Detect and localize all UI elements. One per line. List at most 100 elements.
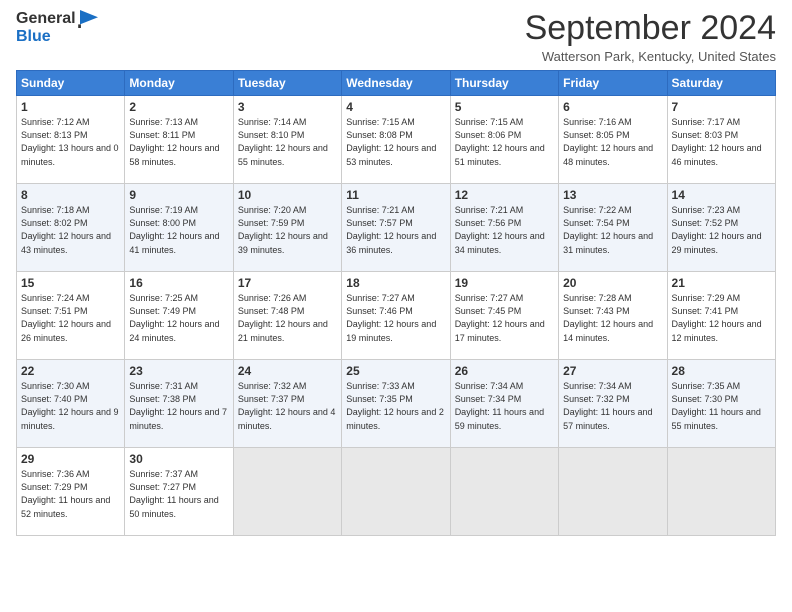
day-number: 19 bbox=[455, 276, 554, 290]
day-info: Sunrise: 7:26 AMSunset: 7:48 PMDaylight:… bbox=[238, 293, 328, 342]
calendar-cell: 6 Sunrise: 7:16 AMSunset: 8:05 PMDayligh… bbox=[559, 96, 667, 184]
calendar-cell: 27 Sunrise: 7:34 AMSunset: 7:32 PMDaylig… bbox=[559, 360, 667, 448]
header-sunday: Sunday bbox=[17, 71, 125, 96]
calendar-cell bbox=[667, 448, 775, 536]
calendar-cell: 13 Sunrise: 7:22 AMSunset: 7:54 PMDaylig… bbox=[559, 184, 667, 272]
title-block: September 2024 Watterson Park, Kentucky,… bbox=[525, 10, 776, 64]
header-thursday: Thursday bbox=[450, 71, 558, 96]
day-info: Sunrise: 7:29 AMSunset: 7:41 PMDaylight:… bbox=[672, 293, 762, 342]
day-number: 14 bbox=[672, 188, 771, 202]
calendar-cell: 21 Sunrise: 7:29 AMSunset: 7:41 PMDaylig… bbox=[667, 272, 775, 360]
calendar-cell: 11 Sunrise: 7:21 AMSunset: 7:57 PMDaylig… bbox=[342, 184, 450, 272]
day-info: Sunrise: 7:23 AMSunset: 7:52 PMDaylight:… bbox=[672, 205, 762, 254]
day-info: Sunrise: 7:19 AMSunset: 8:00 PMDaylight:… bbox=[129, 205, 219, 254]
day-info: Sunrise: 7:27 AMSunset: 7:46 PMDaylight:… bbox=[346, 293, 436, 342]
header: General Blue September 2024 Watterson Pa… bbox=[16, 10, 776, 64]
day-info: Sunrise: 7:24 AMSunset: 7:51 PMDaylight:… bbox=[21, 293, 111, 342]
day-info: Sunrise: 7:36 AMSunset: 7:29 PMDaylight:… bbox=[21, 469, 110, 518]
day-number: 7 bbox=[672, 100, 771, 114]
day-info: Sunrise: 7:35 AMSunset: 7:30 PMDaylight:… bbox=[672, 381, 761, 430]
location: Watterson Park, Kentucky, United States bbox=[525, 49, 776, 64]
week-row-0: 1 Sunrise: 7:12 AMSunset: 8:13 PMDayligh… bbox=[17, 96, 776, 184]
day-info: Sunrise: 7:32 AMSunset: 7:37 PMDaylight:… bbox=[238, 381, 336, 430]
day-number: 12 bbox=[455, 188, 554, 202]
day-number: 30 bbox=[129, 452, 228, 466]
day-number: 13 bbox=[563, 188, 662, 202]
calendar-cell: 19 Sunrise: 7:27 AMSunset: 7:45 PMDaylig… bbox=[450, 272, 558, 360]
calendar-cell: 7 Sunrise: 7:17 AMSunset: 8:03 PMDayligh… bbox=[667, 96, 775, 184]
day-number: 11 bbox=[346, 188, 445, 202]
week-row-3: 22 Sunrise: 7:30 AMSunset: 7:40 PMDaylig… bbox=[17, 360, 776, 448]
day-info: Sunrise: 7:33 AMSunset: 7:35 PMDaylight:… bbox=[346, 381, 444, 430]
day-info: Sunrise: 7:15 AMSunset: 8:08 PMDaylight:… bbox=[346, 117, 436, 166]
day-number: 2 bbox=[129, 100, 228, 114]
day-number: 17 bbox=[238, 276, 337, 290]
day-info: Sunrise: 7:14 AMSunset: 8:10 PMDaylight:… bbox=[238, 117, 328, 166]
calendar-cell: 9 Sunrise: 7:19 AMSunset: 8:00 PMDayligh… bbox=[125, 184, 233, 272]
calendar-cell: 30 Sunrise: 7:37 AMSunset: 7:27 PMDaylig… bbox=[125, 448, 233, 536]
week-row-4: 29 Sunrise: 7:36 AMSunset: 7:29 PMDaylig… bbox=[17, 448, 776, 536]
day-info: Sunrise: 7:22 AMSunset: 7:54 PMDaylight:… bbox=[563, 205, 653, 254]
calendar-cell: 26 Sunrise: 7:34 AMSunset: 7:34 PMDaylig… bbox=[450, 360, 558, 448]
week-row-1: 8 Sunrise: 7:18 AMSunset: 8:02 PMDayligh… bbox=[17, 184, 776, 272]
calendar-cell: 17 Sunrise: 7:26 AMSunset: 7:48 PMDaylig… bbox=[233, 272, 341, 360]
day-number: 20 bbox=[563, 276, 662, 290]
calendar-cell: 5 Sunrise: 7:15 AMSunset: 8:06 PMDayligh… bbox=[450, 96, 558, 184]
day-number: 10 bbox=[238, 188, 337, 202]
day-number: 27 bbox=[563, 364, 662, 378]
logo-flag-icon bbox=[78, 10, 100, 28]
day-number: 23 bbox=[129, 364, 228, 378]
calendar-cell: 1 Sunrise: 7:12 AMSunset: 8:13 PMDayligh… bbox=[17, 96, 125, 184]
day-info: Sunrise: 7:21 AMSunset: 7:57 PMDaylight:… bbox=[346, 205, 436, 254]
header-monday: Monday bbox=[125, 71, 233, 96]
calendar-cell: 15 Sunrise: 7:24 AMSunset: 7:51 PMDaylig… bbox=[17, 272, 125, 360]
day-number: 26 bbox=[455, 364, 554, 378]
header-wednesday: Wednesday bbox=[342, 71, 450, 96]
logo-blue: Blue bbox=[16, 28, 51, 46]
day-info: Sunrise: 7:17 AMSunset: 8:03 PMDaylight:… bbox=[672, 117, 762, 166]
header-saturday: Saturday bbox=[667, 71, 775, 96]
day-info: Sunrise: 7:31 AMSunset: 7:38 PMDaylight:… bbox=[129, 381, 227, 430]
day-number: 16 bbox=[129, 276, 228, 290]
calendar-table: SundayMondayTuesdayWednesdayThursdayFrid… bbox=[16, 70, 776, 536]
day-number: 18 bbox=[346, 276, 445, 290]
header-tuesday: Tuesday bbox=[233, 71, 341, 96]
logo-general: General bbox=[16, 10, 76, 28]
day-info: Sunrise: 7:28 AMSunset: 7:43 PMDaylight:… bbox=[563, 293, 653, 342]
calendar-cell: 28 Sunrise: 7:35 AMSunset: 7:30 PMDaylig… bbox=[667, 360, 775, 448]
day-number: 25 bbox=[346, 364, 445, 378]
calendar-cell: 2 Sunrise: 7:13 AMSunset: 8:11 PMDayligh… bbox=[125, 96, 233, 184]
day-info: Sunrise: 7:25 AMSunset: 7:49 PMDaylight:… bbox=[129, 293, 219, 342]
day-number: 24 bbox=[238, 364, 337, 378]
day-number: 9 bbox=[129, 188, 228, 202]
header-row: SundayMondayTuesdayWednesdayThursdayFrid… bbox=[17, 71, 776, 96]
day-info: Sunrise: 7:27 AMSunset: 7:45 PMDaylight:… bbox=[455, 293, 545, 342]
month-title: September 2024 bbox=[525, 10, 776, 47]
day-info: Sunrise: 7:34 AMSunset: 7:32 PMDaylight:… bbox=[563, 381, 652, 430]
day-info: Sunrise: 7:18 AMSunset: 8:02 PMDaylight:… bbox=[21, 205, 111, 254]
day-number: 29 bbox=[21, 452, 120, 466]
calendar-page: General Blue September 2024 Watterson Pa… bbox=[0, 0, 792, 612]
day-info: Sunrise: 7:15 AMSunset: 8:06 PMDaylight:… bbox=[455, 117, 545, 166]
day-info: Sunrise: 7:21 AMSunset: 7:56 PMDaylight:… bbox=[455, 205, 545, 254]
calendar-cell: 16 Sunrise: 7:25 AMSunset: 7:49 PMDaylig… bbox=[125, 272, 233, 360]
day-number: 21 bbox=[672, 276, 771, 290]
day-number: 1 bbox=[21, 100, 120, 114]
calendar-cell: 24 Sunrise: 7:32 AMSunset: 7:37 PMDaylig… bbox=[233, 360, 341, 448]
calendar-cell bbox=[342, 448, 450, 536]
day-number: 8 bbox=[21, 188, 120, 202]
day-number: 15 bbox=[21, 276, 120, 290]
day-info: Sunrise: 7:34 AMSunset: 7:34 PMDaylight:… bbox=[455, 381, 544, 430]
calendar-cell: 3 Sunrise: 7:14 AMSunset: 8:10 PMDayligh… bbox=[233, 96, 341, 184]
day-info: Sunrise: 7:30 AMSunset: 7:40 PMDaylight:… bbox=[21, 381, 119, 430]
calendar-cell bbox=[233, 448, 341, 536]
day-number: 4 bbox=[346, 100, 445, 114]
calendar-cell: 14 Sunrise: 7:23 AMSunset: 7:52 PMDaylig… bbox=[667, 184, 775, 272]
day-info: Sunrise: 7:37 AMSunset: 7:27 PMDaylight:… bbox=[129, 469, 218, 518]
calendar-cell: 8 Sunrise: 7:18 AMSunset: 8:02 PMDayligh… bbox=[17, 184, 125, 272]
day-info: Sunrise: 7:12 AMSunset: 8:13 PMDaylight:… bbox=[21, 117, 119, 166]
calendar-cell: 10 Sunrise: 7:20 AMSunset: 7:59 PMDaylig… bbox=[233, 184, 341, 272]
calendar-cell bbox=[450, 448, 558, 536]
calendar-cell: 18 Sunrise: 7:27 AMSunset: 7:46 PMDaylig… bbox=[342, 272, 450, 360]
calendar-cell: 29 Sunrise: 7:36 AMSunset: 7:29 PMDaylig… bbox=[17, 448, 125, 536]
